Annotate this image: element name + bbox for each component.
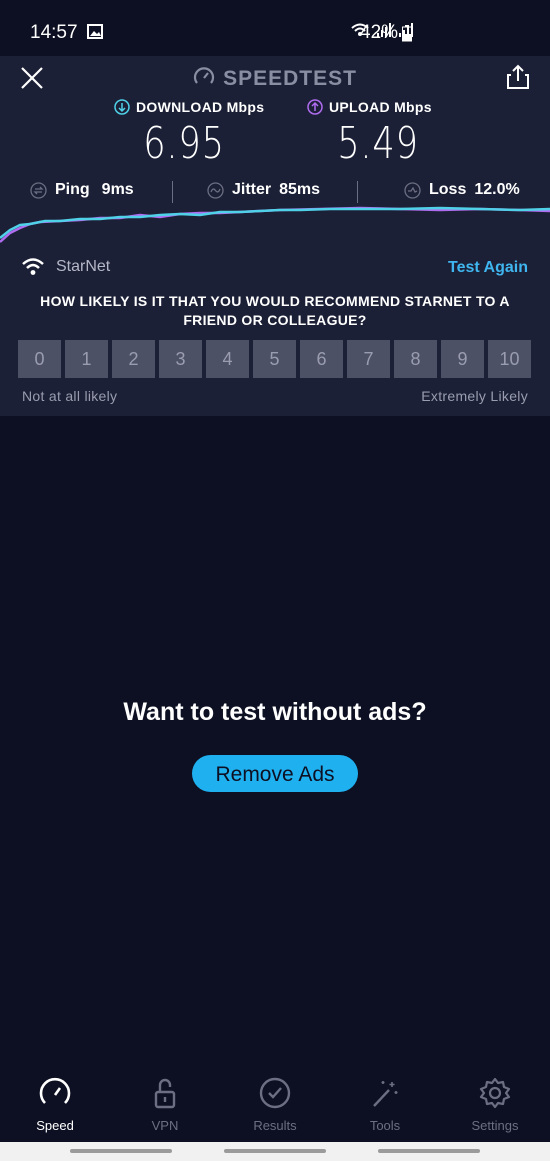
loss-label: Loss bbox=[429, 181, 467, 198]
upload-graph-line bbox=[0, 206, 550, 243]
isp-name: StarNet bbox=[22, 258, 110, 276]
system-nav-back[interactable] bbox=[70, 1149, 172, 1153]
ad-title: Want to test without ads? bbox=[123, 698, 427, 726]
system-nav-recents[interactable] bbox=[378, 1149, 480, 1153]
jitter-label: Jitter bbox=[232, 181, 272, 198]
ping-stat: Ping 9ms bbox=[30, 181, 134, 199]
unlock-icon bbox=[154, 1078, 176, 1109]
battery-icon bbox=[402, 25, 412, 42]
download-graph-line bbox=[0, 206, 550, 239]
jitter-icon bbox=[207, 181, 224, 199]
upload-value: 5.49 bbox=[337, 118, 419, 169]
download-value: 6.95 bbox=[143, 118, 225, 169]
jitter-value: 85ms bbox=[279, 181, 321, 198]
rating-option-10[interactable]: 10 bbox=[488, 340, 531, 378]
magic-wand-icon bbox=[373, 1081, 398, 1107]
share-icon[interactable] bbox=[506, 64, 530, 90]
rating-option-0[interactable]: 0 bbox=[18, 340, 61, 378]
gear-icon bbox=[479, 1077, 511, 1109]
nav-speed[interactable]: Speed bbox=[0, 1076, 110, 1133]
status-bar: 14:57 42% bbox=[0, 0, 550, 56]
rating-option-7[interactable]: 7 bbox=[347, 340, 390, 378]
remove-ads-button[interactable]: Remove Ads bbox=[192, 755, 358, 792]
nav-vpn[interactable]: VPN bbox=[110, 1076, 220, 1133]
status-time: 14:57 bbox=[30, 22, 78, 43]
loss-value: 12.0% bbox=[474, 181, 520, 198]
nav-label: VPN bbox=[151, 1118, 179, 1133]
nav-label: Tools bbox=[369, 1118, 401, 1133]
rating-option-8[interactable]: 8 bbox=[394, 340, 437, 378]
download-label: DOWNLOAD Mbps bbox=[136, 99, 265, 115]
test-again-button[interactable]: Test Again bbox=[448, 259, 528, 277]
loss-icon bbox=[404, 181, 421, 199]
ping-icon bbox=[30, 181, 47, 199]
download-header: DOWNLOAD Mbps bbox=[114, 99, 264, 115]
system-nav-bar bbox=[0, 1142, 550, 1161]
nav-label: Results bbox=[253, 1118, 297, 1133]
scale-high-label: Extremely Likely bbox=[421, 388, 528, 404]
survey-question: HOW LIKELY IS IT THAT YOU WOULD RECOMMEN… bbox=[40, 293, 510, 328]
battery-percent: 42% bbox=[360, 22, 399, 43]
scale-low-label: Not at all likely bbox=[22, 388, 118, 404]
speedometer-logo-icon bbox=[194, 67, 215, 84]
rating-option-3[interactable]: 3 bbox=[159, 340, 202, 378]
rating-option-5[interactable]: 5 bbox=[253, 340, 296, 378]
image-notification-icon bbox=[87, 24, 103, 39]
app-title: SPEEDTEST bbox=[0, 66, 550, 91]
nav-results[interactable]: Results bbox=[220, 1076, 330, 1133]
nav-label: Settings bbox=[471, 1118, 519, 1133]
ping-label: Ping bbox=[55, 181, 90, 198]
rating-option-4[interactable]: 4 bbox=[206, 340, 249, 378]
nav-settings[interactable]: Settings bbox=[440, 1076, 550, 1133]
rating-option-9[interactable]: 9 bbox=[441, 340, 484, 378]
check-circle-icon bbox=[259, 1077, 291, 1109]
system-nav-home[interactable] bbox=[224, 1149, 326, 1153]
upload-label: UPLOAD Mbps bbox=[329, 99, 432, 115]
rating-option-2[interactable]: 2 bbox=[112, 340, 155, 378]
speedometer-icon bbox=[39, 1077, 71, 1104]
jitter-stat: Jitter 85ms bbox=[207, 181, 320, 199]
rating-option-1[interactable]: 1 bbox=[65, 340, 108, 378]
bottom-nav: Speed VPN Results Tools Settings bbox=[0, 1068, 550, 1142]
upload-arrow-icon bbox=[307, 99, 323, 115]
rating-scale: 0 1 2 3 4 5 6 7 8 9 10 bbox=[18, 340, 531, 378]
upload-header: UPLOAD Mbps bbox=[307, 99, 432, 115]
ping-value: 9ms bbox=[101, 181, 134, 198]
nav-label: Speed bbox=[36, 1118, 74, 1133]
loss-stat: Loss 12.0% bbox=[404, 181, 520, 199]
speed-graph bbox=[0, 206, 550, 243]
wifi-icon bbox=[22, 258, 44, 275]
nav-tools[interactable]: Tools bbox=[330, 1076, 440, 1133]
rating-option-6[interactable]: 6 bbox=[300, 340, 343, 378]
download-arrow-icon bbox=[114, 99, 130, 115]
